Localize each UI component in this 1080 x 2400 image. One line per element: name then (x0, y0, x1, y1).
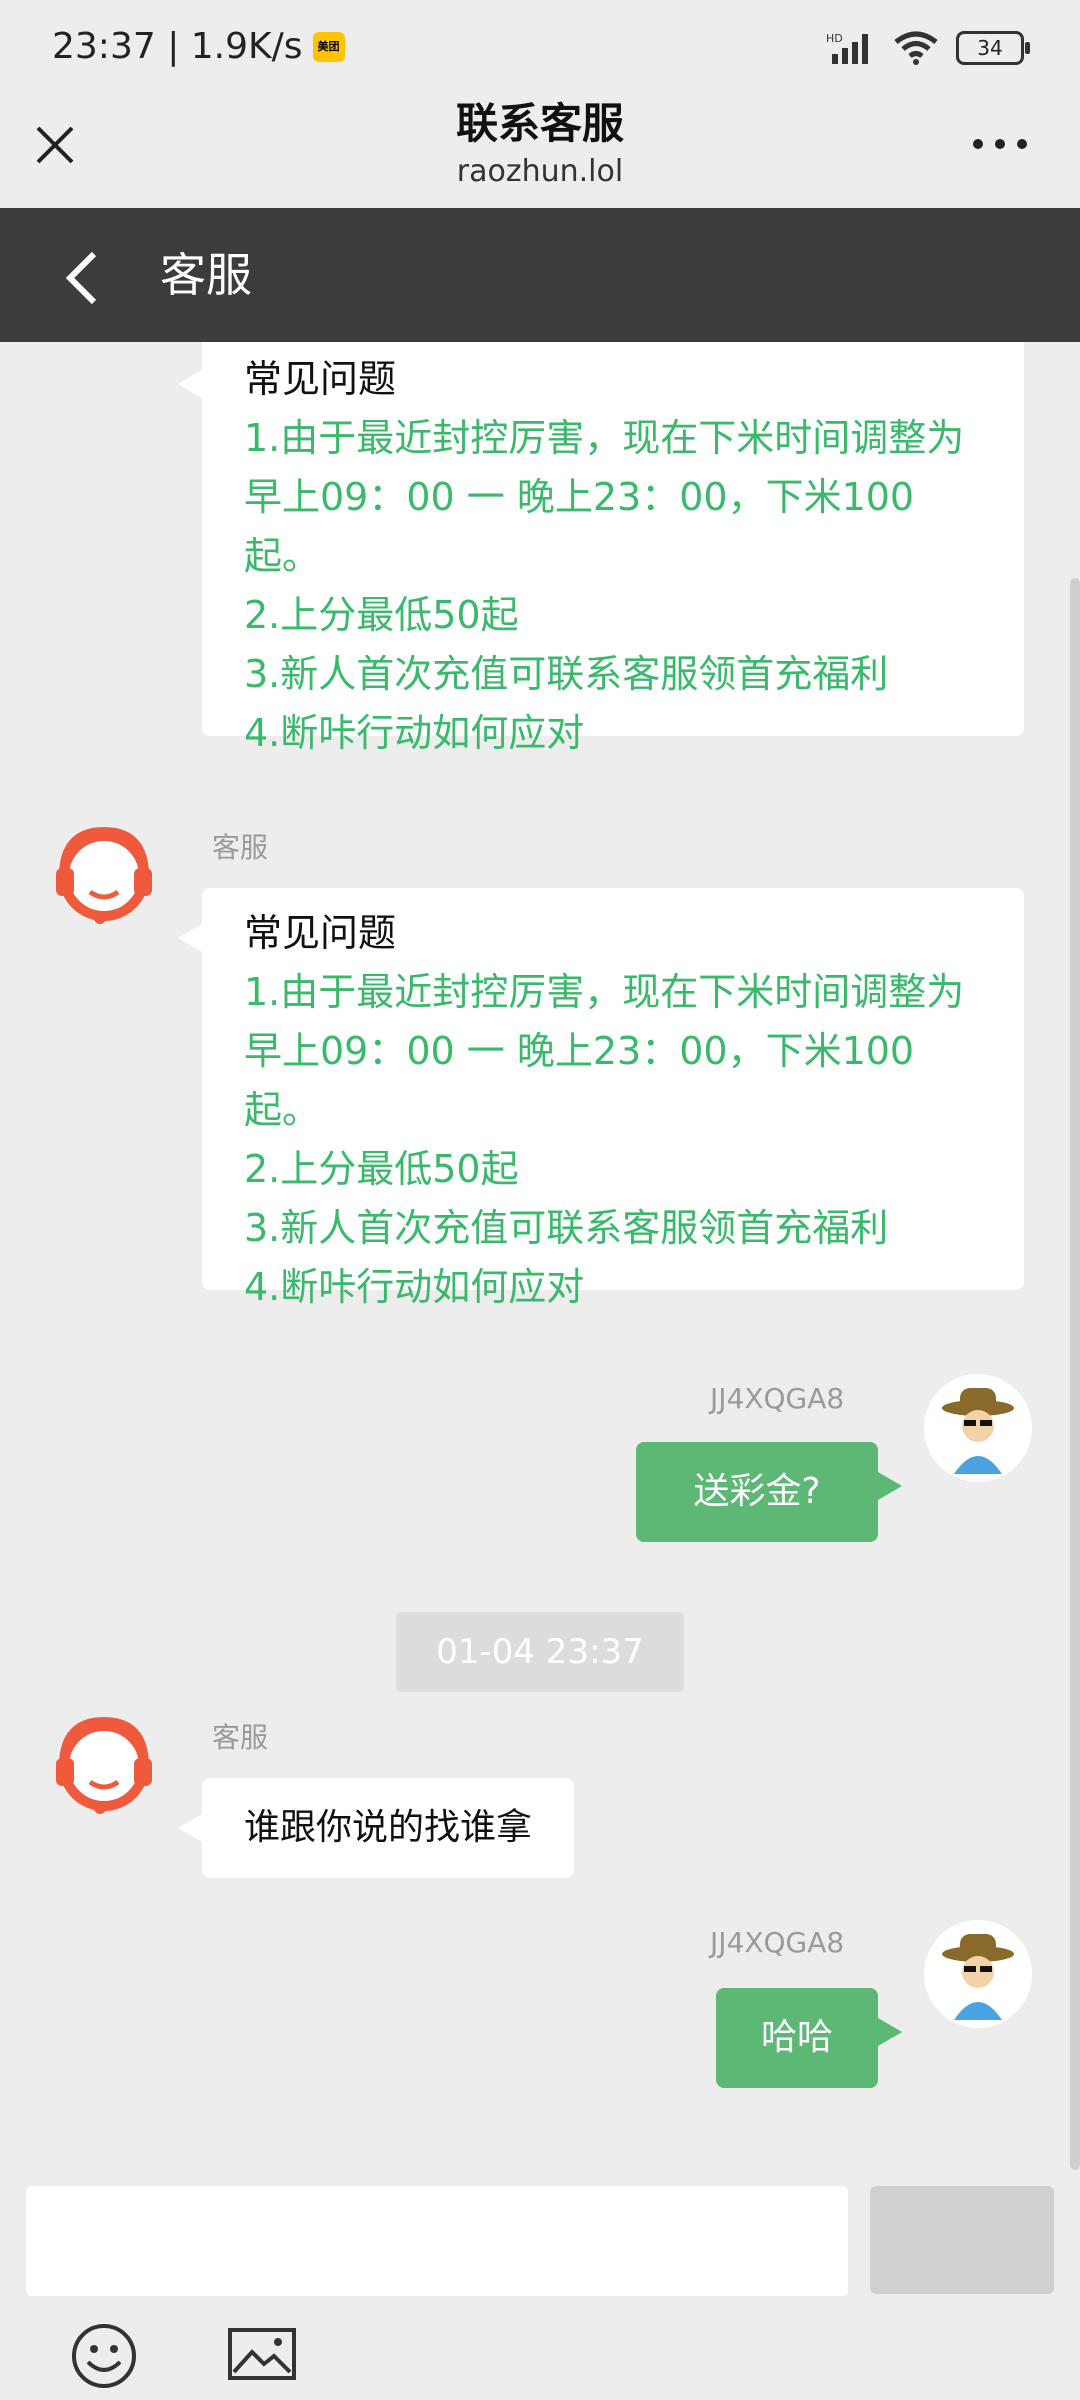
user-avatar-icon (924, 1374, 1032, 1482)
faq-message: 常见问题 1.由于最近封控厉害，现在下米时间调整为 早上09：00 一 晚上23… (178, 888, 1024, 1309)
page-domain: raozhun.lol (456, 154, 624, 189)
faq-line[interactable]: 2.上分最低50起 (244, 1140, 994, 1199)
faq-line[interactable]: 4.断咔行动如何应对 (244, 704, 994, 763)
user-avatar-icon (924, 1920, 1032, 2028)
faq-line[interactable]: 早上09：00 一 晚上23：00，下米100 (244, 468, 994, 527)
wifi-icon (894, 31, 938, 65)
agent-name: 客服 (212, 1721, 269, 1754)
battery-indicator: 34 (956, 31, 1030, 65)
faq-line[interactable]: 2.上分最低50起 (244, 586, 994, 645)
faq-line[interactable]: 3.新人首次充值可联系客服领首充福利 (244, 1199, 994, 1258)
user-message: 送彩金? (636, 1442, 902, 1542)
status-indicators: HD 34 (826, 30, 1030, 66)
headset-agent-icon (56, 1716, 152, 1814)
user-name: JJ4XQGA8 (710, 1382, 845, 1415)
message-timestamp: 01-04 23:37 (396, 1612, 684, 1692)
faq-title: 常见问题 (244, 911, 397, 955)
chat-area[interactable]: 常见问题 1.由于最近封控厉害，现在下米时间调整为 早上09：00 一 晚上23… (0, 342, 1080, 2182)
faq-line[interactable]: 3.新人首次充值可联系客服领首充福利 (244, 645, 994, 704)
user-message: 哈哈 (716, 1988, 902, 2088)
send-button[interactable] (870, 2186, 1054, 2294)
faq-title: 常见问题 (244, 357, 397, 401)
emoji-icon[interactable] (70, 2322, 138, 2390)
app-badge-icon: 美团 (312, 31, 345, 62)
agent-message: 谁跟你说的找谁拿 (177, 1778, 575, 1878)
chat-title: 客服 (160, 248, 252, 302)
chat-scrollbar[interactable] (1070, 578, 1080, 2170)
faq-line[interactable]: 早上09：00 一 晚上23：00，下米100 (244, 1022, 994, 1081)
user-name: JJ4XQGA8 (710, 1926, 845, 1959)
message-input[interactable] (26, 2186, 848, 2296)
faq-line[interactable]: 起。 (244, 527, 994, 586)
more-icon[interactable] (970, 132, 1030, 156)
status-time-text: 23:37 | 1.9K/s (52, 26, 303, 67)
faq-message: 常见问题 1.由于最近封控厉害，现在下米时间调整为 早上09：00 一 晚上23… (178, 342, 1024, 755)
faq-line[interactable]: 起。 (244, 1081, 994, 1140)
image-icon[interactable] (228, 2328, 296, 2380)
signal-icon: HD (826, 32, 868, 64)
agent-name: 客服 (212, 831, 269, 864)
network-label: HD (826, 32, 843, 45)
back-icon[interactable] (62, 248, 102, 308)
status-bar: 23:37 | 1.9K/s 美团 HD 34 (0, 0, 1080, 96)
faq-line[interactable]: 4.断咔行动如何应对 (244, 1258, 994, 1317)
faq-line[interactable]: 1.由于最近封控厉害，现在下米时间调整为 (244, 963, 994, 1022)
faq-line[interactable]: 1.由于最近封控厉害，现在下米时间调整为 (244, 409, 994, 468)
webview-header: 联系客服 raozhun.lol (0, 96, 1080, 208)
chat-navbar: 客服 (0, 208, 1080, 342)
message-composer (0, 2182, 1080, 2400)
status-time: 23:37 | 1.9K/s 美团 (52, 26, 345, 67)
headset-agent-icon (56, 826, 152, 924)
page-title: 联系客服 (455, 99, 624, 148)
